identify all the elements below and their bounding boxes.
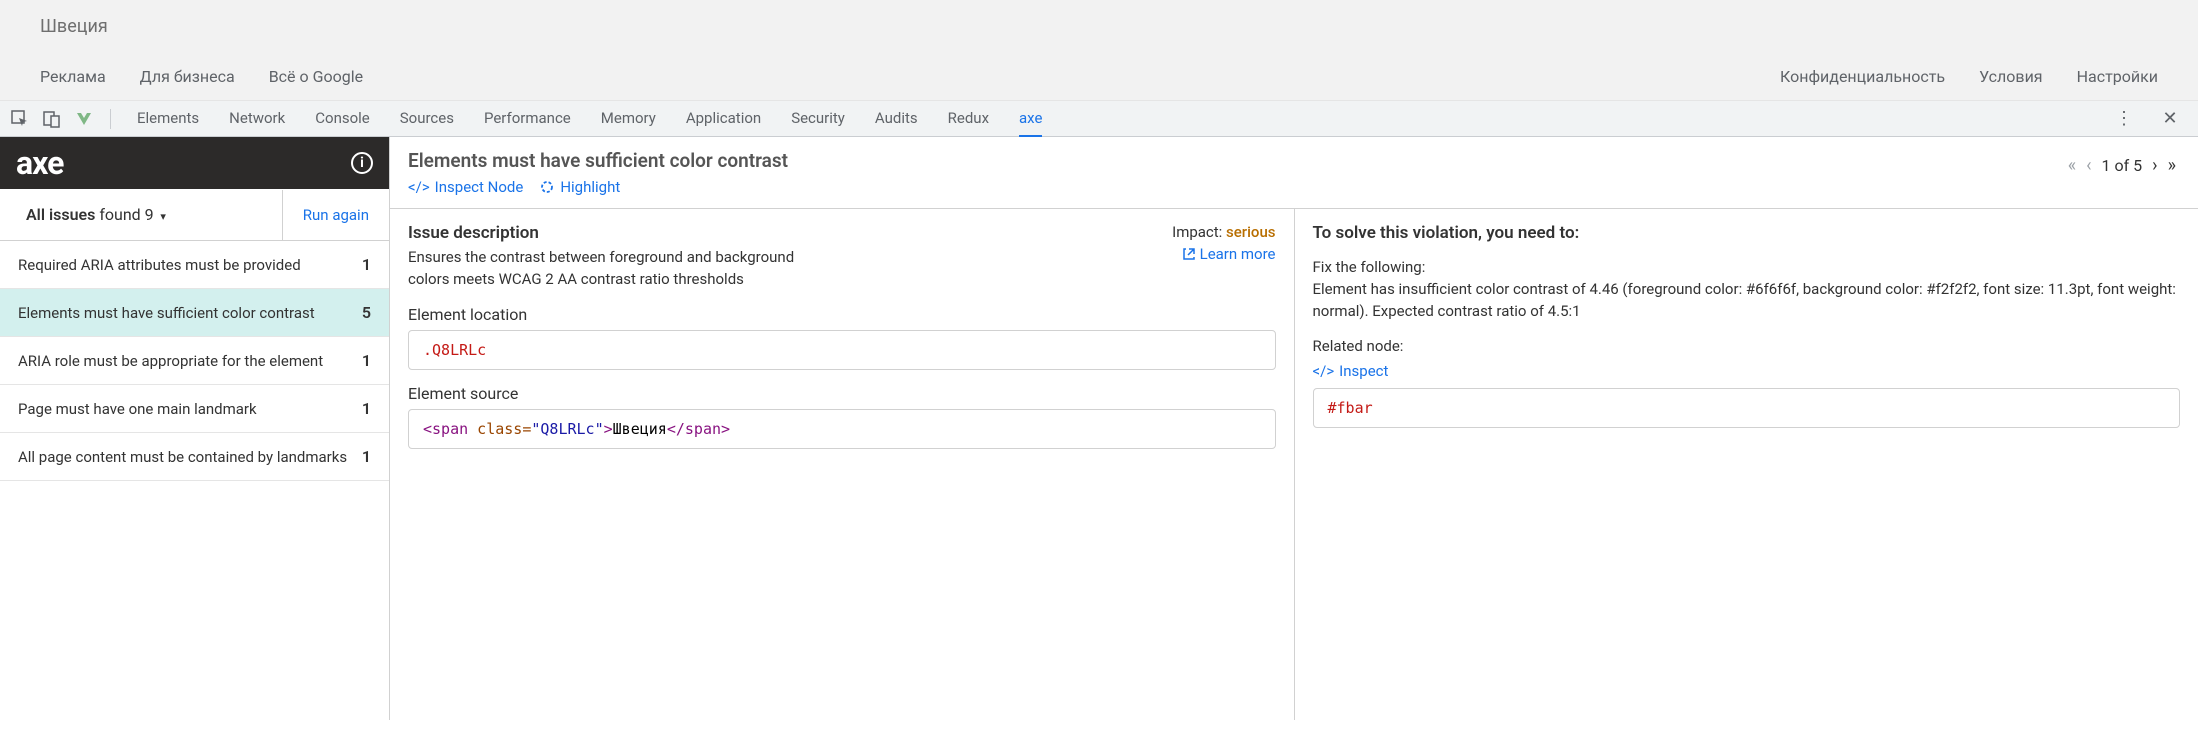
tab-axe[interactable]: axe <box>1019 101 1042 137</box>
element-source-code: <span class="Q8LRLc">Швеция</span> <box>408 409 1276 449</box>
axe-logo: axe <box>16 144 63 182</box>
footer-link-ads[interactable]: Реклама <box>40 67 106 86</box>
inspect-related-link[interactable]: </> Inspect <box>1313 362 1389 380</box>
tab-redux[interactable]: Redux <box>948 101 989 136</box>
issue-title: Elements must have sufficient color cont… <box>18 304 315 322</box>
info-icon[interactable]: i <box>351 152 373 174</box>
code-angle-icon: </> <box>1313 362 1335 380</box>
axe-header: axe i <box>0 137 389 189</box>
issues-bold: All issues <box>26 205 95 224</box>
detail-left-pane: Impact: serious Learn more Issue descrip… <box>390 209 1295 720</box>
learn-more-link[interactable]: Learn more <box>1182 245 1276 263</box>
desc-heading: Issue description <box>408 223 1276 243</box>
chevron-down-icon: ▾ <box>158 210 166 223</box>
pager-first-icon[interactable]: « <box>2068 155 2076 176</box>
external-link-icon <box>1182 247 1196 261</box>
device-toggle-icon[interactable] <box>40 110 64 128</box>
tab-memory[interactable]: Memory <box>601 101 656 136</box>
close-devtools-icon[interactable]: ✕ <box>2158 108 2182 129</box>
pager-next-icon[interactable]: › <box>2152 155 2157 176</box>
pager-last-icon[interactable]: » <box>2168 155 2176 176</box>
related-node-code: #fbar <box>1313 388 2181 428</box>
issue-count: 5 <box>362 303 371 322</box>
pager-text: 1 of 5 <box>2102 156 2143 175</box>
footer-link-business[interactable]: Для бизнеса <box>140 67 235 86</box>
vue-icon[interactable] <box>72 110 96 128</box>
footer-link-about[interactable]: Всё о Google <box>269 67 363 86</box>
tab-audits[interactable]: Audits <box>875 101 918 136</box>
target-icon <box>539 179 555 195</box>
issue-title: ARIA role must be appropriate for the el… <box>18 352 323 370</box>
issue-item-color-contrast[interactable]: Elements must have sufficient color cont… <box>0 289 389 337</box>
issue-title: Required ARIA attributes must be provide… <box>18 256 301 274</box>
fix-text: Element has insufficient color contrast … <box>1313 279 2181 323</box>
fix-heading: Fix the following: <box>1313 257 2181 279</box>
issues-count-dropdown[interactable]: All issues found 9 ▾ <box>0 189 282 240</box>
axe-sidebar: axe i All issues found 9 ▾ Run again Req… <box>0 137 390 720</box>
element-location-code: .Q8LRLc <box>408 330 1276 370</box>
tab-security[interactable]: Security <box>791 101 845 136</box>
issue-list: Required ARIA attributes must be provide… <box>0 241 389 481</box>
code-angle-icon: </> <box>408 178 430 196</box>
run-again-button[interactable]: Run again <box>282 190 389 240</box>
footer-link-terms[interactable]: Условия <box>1979 67 2042 86</box>
related-heading: Related node: <box>1313 336 2181 358</box>
issue-item-aria-role[interactable]: ARIA role must be appropriate for the el… <box>0 337 389 385</box>
issue-item-landmarks[interactable]: All page content must be contained by la… <box>0 433 389 481</box>
location-text: Швеция <box>0 0 2198 53</box>
detail-right-pane: To solve this violation, you need to: Fi… <box>1295 209 2198 720</box>
kebab-icon[interactable]: ⋮ <box>2112 108 2136 129</box>
source-heading: Element source <box>408 384 1276 403</box>
devtools-tabs: Elements Network Console Sources Perform… <box>137 101 2112 136</box>
impact-block: Impact: serious Learn more <box>1172 223 1275 265</box>
divider <box>110 109 111 129</box>
tab-elements[interactable]: Elements <box>137 101 199 136</box>
footer-link-settings[interactable]: Настройки <box>2077 67 2158 86</box>
impact-value: serious <box>1226 223 1275 241</box>
inspect-element-icon[interactable] <box>8 110 32 128</box>
detail-title: Elements must have sufficient color cont… <box>408 149 2028 172</box>
issue-pager: « ‹ 1 of 5 › » <box>2046 137 2198 194</box>
impact-label: Impact: <box>1172 223 1226 241</box>
inspected-page: Швеция Реклама Для бизнеса Всё о Google … <box>0 0 2198 101</box>
footer-links: Реклама Для бизнеса Всё о Google Конфиде… <box>0 53 2198 100</box>
desc-text: Ensures the contrast between foreground … <box>408 247 808 291</box>
tab-performance[interactable]: Performance <box>484 101 571 136</box>
issue-title: Page must have one main landmark <box>18 400 257 418</box>
issue-count: 1 <box>362 447 371 466</box>
devtools-tabbar: Elements Network Console Sources Perform… <box>0 101 2198 137</box>
inspect-node-link[interactable]: </> Inspect Node <box>408 178 523 196</box>
tab-application[interactable]: Application <box>686 101 761 136</box>
issue-count: 1 <box>362 351 371 370</box>
axe-detail: Elements must have sufficient color cont… <box>390 137 2198 720</box>
issue-title: All page content must be contained by la… <box>18 448 347 466</box>
highlight-link[interactable]: Highlight <box>539 178 620 196</box>
solve-heading: To solve this violation, you need to: <box>1313 223 2181 243</box>
detail-header: Elements must have sufficient color cont… <box>390 137 2198 209</box>
issue-count: 1 <box>362 255 371 274</box>
issues-rest: found 9 <box>95 205 153 224</box>
issue-item-main-landmark[interactable]: Page must have one main landmark 1 <box>0 385 389 433</box>
issue-item-aria-required[interactable]: Required ARIA attributes must be provide… <box>0 241 389 289</box>
issues-summary: All issues found 9 ▾ Run again <box>0 189 389 241</box>
tab-network[interactable]: Network <box>229 101 285 136</box>
location-heading: Element location <box>408 305 1276 324</box>
pager-prev-icon[interactable]: ‹ <box>2086 155 2091 176</box>
footer-link-privacy[interactable]: Конфиденциальность <box>1780 67 1945 86</box>
issue-count: 1 <box>362 399 371 418</box>
tab-console[interactable]: Console <box>315 101 370 136</box>
tab-sources[interactable]: Sources <box>400 101 454 136</box>
axe-panel: axe i All issues found 9 ▾ Run again Req… <box>0 137 2198 720</box>
